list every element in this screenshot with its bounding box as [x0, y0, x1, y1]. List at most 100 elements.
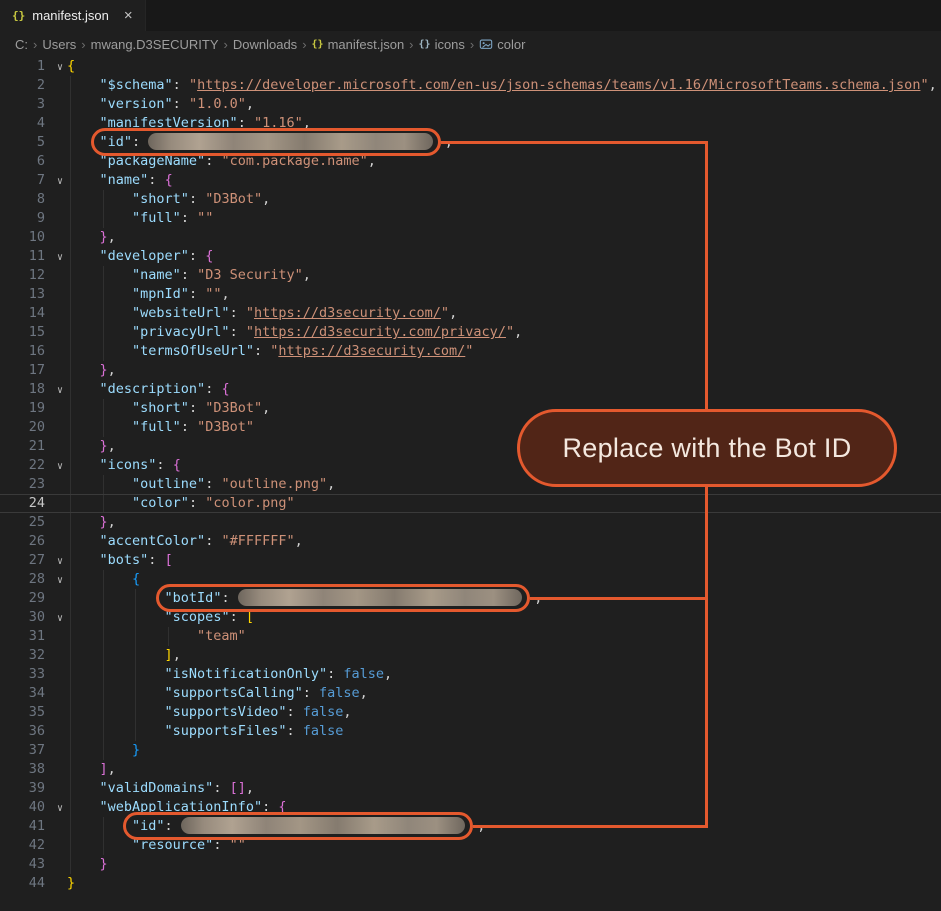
- code-line-content[interactable]: "termsOfUseUrl": "https://d3security.com…: [67, 342, 941, 361]
- code-line-content[interactable]: "id": ,: [67, 133, 941, 152]
- code-line-content[interactable]: {: [67, 570, 941, 589]
- code-line-content[interactable]: "outline": "outline.png",: [67, 475, 941, 494]
- code-line-13[interactable]: 13 "mpnId": "",: [0, 285, 941, 304]
- code-line-8[interactable]: 8 "short": "D3Bot",: [0, 190, 941, 209]
- code-line-19[interactable]: 19 "short": "D3Bot",: [0, 399, 941, 418]
- code-line-content[interactable]: },: [67, 513, 941, 532]
- code-line-7[interactable]: 7∨ "name": {: [0, 171, 941, 190]
- code-line-content[interactable]: "developer": {: [67, 247, 941, 266]
- code-line-27[interactable]: 27∨ "bots": [: [0, 551, 941, 570]
- code-line-30[interactable]: 30∨ "scopes": [: [0, 608, 941, 627]
- breadcrumb-item-manifest-json[interactable]: {} manifest.json: [312, 37, 405, 52]
- code-line-32[interactable]: 32 ],: [0, 646, 941, 665]
- code-line-44[interactable]: 44}: [0, 874, 941, 893]
- code-line-content[interactable]: "botId": ,: [67, 589, 941, 608]
- code-line-content[interactable]: "mpnId": "",: [67, 285, 941, 304]
- code-line-content[interactable]: "privacyUrl": "https://d3security.com/pr…: [67, 323, 941, 342]
- fold-chevron-down-icon[interactable]: ∨: [57, 457, 63, 476]
- breadcrumb-item-user-folder[interactable]: mwang.D3SECURITY: [91, 37, 219, 52]
- code-line-content[interactable]: },: [67, 228, 941, 247]
- code-line-38[interactable]: 38 ],: [0, 760, 941, 779]
- code-line-17[interactable]: 17 },: [0, 361, 941, 380]
- code-line-content[interactable]: }: [67, 741, 941, 760]
- code-line-content[interactable]: "scopes": [: [67, 608, 941, 627]
- code-line-content[interactable]: ],: [67, 760, 941, 779]
- code-line-18[interactable]: 18∨ "description": {: [0, 380, 941, 399]
- fold-chevron-down-icon[interactable]: ∨: [57, 172, 63, 191]
- code-line-content[interactable]: },: [67, 437, 941, 456]
- code-line-28[interactable]: 28∨ {: [0, 570, 941, 589]
- breadcrumb-item-downloads[interactable]: Downloads: [233, 37, 297, 52]
- code-line-10[interactable]: 10 },: [0, 228, 941, 247]
- fold-chevron-down-icon[interactable]: ∨: [57, 381, 63, 400]
- breadcrumb-item-color[interactable]: color: [479, 37, 525, 52]
- code-line-15[interactable]: 15 "privacyUrl": "https://d3security.com…: [0, 323, 941, 342]
- code-line-33[interactable]: 33 "isNotificationOnly": false,: [0, 665, 941, 684]
- code-line-content[interactable]: }: [67, 874, 941, 893]
- code-line-22[interactable]: 22∨ "icons": {: [0, 456, 941, 475]
- code-line-content[interactable]: "supportsVideo": false,: [67, 703, 941, 722]
- code-line-content[interactable]: "name": "D3 Security",: [67, 266, 941, 285]
- code-line-23[interactable]: 23 "outline": "outline.png",: [0, 475, 941, 494]
- code-line-11[interactable]: 11∨ "developer": {: [0, 247, 941, 266]
- code-line-content[interactable]: "description": {: [67, 380, 941, 399]
- breadcrumb-item-users[interactable]: Users: [42, 37, 76, 52]
- tab-manifest-json[interactable]: {} manifest.json ×: [0, 0, 146, 31]
- code-line-content[interactable]: "resource": "": [67, 836, 941, 855]
- code-line-content[interactable]: "$schema": "https://developer.microsoft.…: [67, 76, 941, 95]
- code-line-content[interactable]: },: [67, 361, 941, 380]
- code-line-3[interactable]: 3 "version": "1.0.0",: [0, 95, 941, 114]
- code-line-25[interactable]: 25 },: [0, 513, 941, 532]
- fold-chevron-down-icon[interactable]: ∨: [57, 609, 63, 628]
- code-line-14[interactable]: 14 "websiteUrl": "https://d3security.com…: [0, 304, 941, 323]
- code-line-content[interactable]: "websiteUrl": "https://d3security.com/",: [67, 304, 941, 323]
- code-line-29[interactable]: 29 "botId": ,: [0, 589, 941, 608]
- code-line-content[interactable]: "validDomains": [],: [67, 779, 941, 798]
- fold-chevron-down-icon[interactable]: ∨: [57, 799, 63, 818]
- code-line-content[interactable]: "name": {: [67, 171, 941, 190]
- code-line-content[interactable]: "icons": {: [67, 456, 941, 475]
- code-line-content[interactable]: "short": "D3Bot",: [67, 399, 941, 418]
- code-line-content[interactable]: "isNotificationOnly": false,: [67, 665, 941, 684]
- code-line-9[interactable]: 9 "full": "": [0, 209, 941, 228]
- code-line-content[interactable]: "version": "1.0.0",: [67, 95, 941, 114]
- code-line-36[interactable]: 36 "supportsFiles": false: [0, 722, 941, 741]
- code-line-43[interactable]: 43 }: [0, 855, 941, 874]
- code-line-21[interactable]: 21 },: [0, 437, 941, 456]
- code-line-content[interactable]: ],: [67, 646, 941, 665]
- code-line-24[interactable]: 24 "color": "color.png": [0, 494, 941, 513]
- code-line-content[interactable]: "bots": [: [67, 551, 941, 570]
- fold-chevron-down-icon[interactable]: ∨: [57, 248, 63, 267]
- code-line-content[interactable]: "full": "D3Bot": [67, 418, 941, 437]
- code-line-37[interactable]: 37 }: [0, 741, 941, 760]
- code-line-42[interactable]: 42 "resource": "": [0, 836, 941, 855]
- code-line-16[interactable]: 16 "termsOfUseUrl": "https://d3security.…: [0, 342, 941, 361]
- code-line-content[interactable]: "short": "D3Bot",: [67, 190, 941, 209]
- code-line-35[interactable]: 35 "supportsVideo": false,: [0, 703, 941, 722]
- code-line-40[interactable]: 40∨ "webApplicationInfo": {: [0, 798, 941, 817]
- code-line-1[interactable]: 1∨{: [0, 57, 941, 76]
- breadcrumb-item-icons[interactable]: {} icons: [419, 37, 465, 52]
- code-line-6[interactable]: 6 "packageName": "com.package.name",: [0, 152, 941, 171]
- fold-chevron-down-icon[interactable]: ∨: [57, 58, 63, 77]
- code-line-content[interactable]: "color": "color.png": [67, 494, 941, 513]
- code-line-content[interactable]: "supportsFiles": false: [67, 722, 941, 741]
- close-icon[interactable]: ×: [124, 8, 133, 23]
- fold-chevron-down-icon[interactable]: ∨: [57, 552, 63, 571]
- code-line-content[interactable]: {: [67, 57, 941, 76]
- code-line-content[interactable]: "id": ,: [67, 817, 941, 836]
- code-line-content[interactable]: "full": "": [67, 209, 941, 228]
- code-line-content[interactable]: }: [67, 855, 941, 874]
- code-line-12[interactable]: 12 "name": "D3 Security",: [0, 266, 941, 285]
- code-line-39[interactable]: 39 "validDomains": [],: [0, 779, 941, 798]
- code-line-34[interactable]: 34 "supportsCalling": false,: [0, 684, 941, 703]
- code-line-content[interactable]: "packageName": "com.package.name",: [67, 152, 941, 171]
- code-line-content[interactable]: "supportsCalling": false,: [67, 684, 941, 703]
- code-line-20[interactable]: 20 "full": "D3Bot": [0, 418, 941, 437]
- code-line-2[interactable]: 2 "$schema": "https://developer.microsof…: [0, 76, 941, 95]
- fold-chevron-down-icon[interactable]: ∨: [57, 571, 63, 590]
- code-line-26[interactable]: 26 "accentColor": "#FFFFFF",: [0, 532, 941, 551]
- code-line-content[interactable]: "manifestVersion": "1.16",: [67, 114, 941, 133]
- code-line-content[interactable]: "webApplicationInfo": {: [67, 798, 941, 817]
- code-line-5[interactable]: 5 "id": ,: [0, 133, 941, 152]
